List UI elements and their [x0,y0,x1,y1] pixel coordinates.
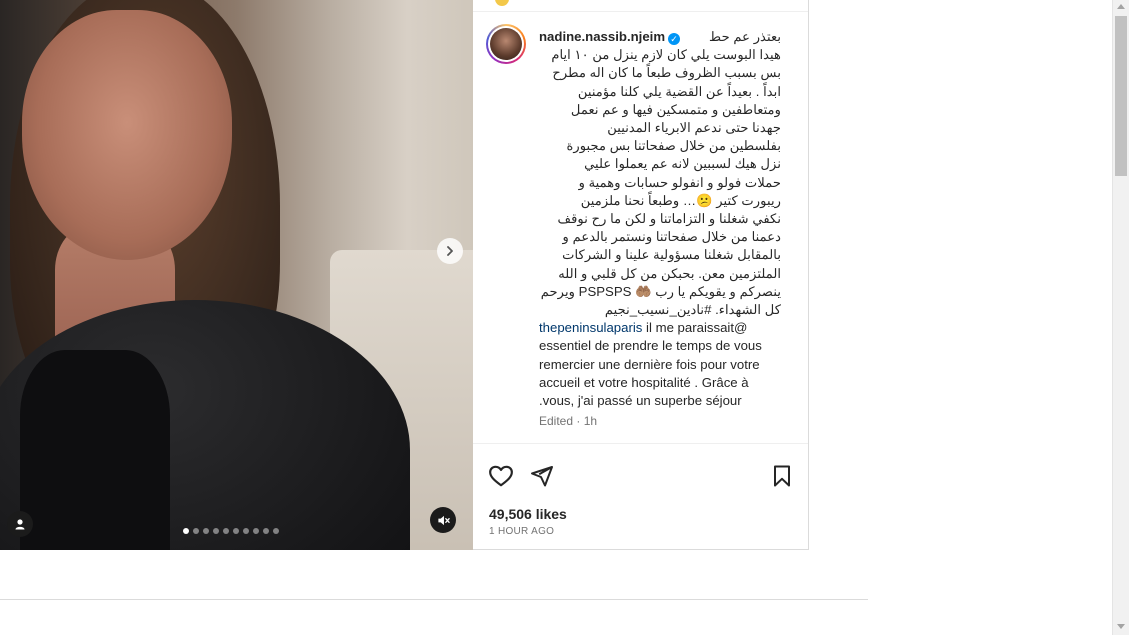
carousel-dot [193,528,199,534]
carousel-dot [223,528,229,534]
caption-line: ينصركم و يقويكم يا رب 🤲🏽 PSPSPS ويرحم [540,283,781,299]
scrollbar-thumb[interactable] [1115,16,1127,176]
page-scrollbar[interactable] [1112,0,1129,635]
edited-timestamp: Edited · 1h [539,414,598,428]
verified-badge-icon: ✓ [668,33,681,45]
caption-french-first: il me paraissait@ [642,320,748,336]
carousel-indicator [183,528,279,534]
paper-plane-icon [531,466,553,487]
caption-french-line: remercier une dernière fois pour votre [539,356,760,372]
caption-line: حملات فولو و انفولو حسابات وهمية و [578,174,781,190]
caption-line-0: بعتذر عم حط [709,29,781,44]
instagram-post-page: nadine.nassib.njeim ✓ بعتذر عم حط هيدا ال… [0,0,1129,635]
mention-link[interactable]: thepeninsulaparis [539,320,642,335]
like-button[interactable] [487,462,515,490]
chevron-right-icon [447,246,453,256]
caption-line: ريبورت كتير 😕… وطبعاً نحنا ملزمين [580,192,781,208]
feed-divider [0,599,868,600]
share-button[interactable] [528,462,556,490]
tagged-users-button[interactable] [7,511,33,537]
caption-hashtag-line[interactable]: كل الشهداء. #نادين_نسيب_نجيم [539,301,781,319]
carousel-dot [253,528,259,534]
author-avatar[interactable] [486,24,526,64]
divider [473,443,808,444]
speaker-muted-icon [437,515,450,525]
caption-line: دعمنا من خلال صفحاتنا ونستمر بالدعم و [562,229,781,245]
carousel-dot [273,528,279,534]
carousel-dot [233,528,239,534]
caption-line: الملتزمين معن. بحبكن من كل قلبي و الله [558,265,781,281]
caption-line: هيدا البوست يلي كان لازم ينزل من ١٠ ايام [551,47,781,63]
carousel-dot [243,528,249,534]
caption-french-line: accueil et votre hospitalité . Grâce à [539,374,749,390]
caption-line: نكفي شغلنا و التزاماتنا و لكن ما رح نوقف [557,211,781,227]
carousel-dot [203,528,209,534]
post-caption: nadine.nassib.njeim ✓ بعتذر عم حط هيدا ال… [539,28,781,410]
post-timestamp[interactable]: 1 HOUR AGO [489,526,554,537]
avatar-border [488,26,524,62]
save-button[interactable] [768,462,796,490]
caption-french-line: .vous, j'ai passé un superbe séjour [539,393,742,409]
avatar-photo [490,28,522,60]
emoji-peek-icon [495,0,509,6]
caption-line: ومتعاطفين و متمسكين فيها و عم نعمل [570,101,781,117]
user-icon [15,519,25,530]
caption-french-line: essentiel de prendre le temps de vous [539,338,762,354]
caption-line: نزل هيك لسببين لانه عم يعملوا عليي [584,156,781,172]
post-details-panel: nadine.nassib.njeim ✓ بعتذر عم حط هيدا ال… [473,0,809,550]
caption-line: بالمقابل شغلنا مسؤولية علينا و الشركات [562,247,781,263]
carousel-dot [183,528,189,534]
likes-count[interactable]: 49,506 likes [489,506,567,522]
carousel-dot [263,528,269,534]
scroll-up-arrow-icon[interactable] [1117,4,1125,9]
caption-line: ابداً . بعيداً عن القضية يلي كلنا مؤمنين [577,83,781,99]
caption-line: بفلسطين من خلال صفحاتنا بس مجبورة [566,138,781,154]
next-slide-button[interactable] [437,238,463,264]
video-subject-top [20,350,170,550]
caption-line: بس بسبب الظروف طبعاً ما كان اله مطرح [552,65,781,81]
video-subject-face [22,10,232,260]
carousel-dot [213,528,219,534]
heart-icon [489,465,513,487]
author-username[interactable]: nadine.nassib.njeim [539,29,665,44]
mute-toggle-button[interactable] [430,507,456,533]
bookmark-icon [774,465,790,487]
previous-comment-edge [473,0,808,12]
caption-line: جهدنا حتى ندعم الابرياء المدنيين [607,120,781,136]
scroll-down-arrow-icon[interactable] [1117,624,1125,629]
post-media-video[interactable] [0,0,473,550]
